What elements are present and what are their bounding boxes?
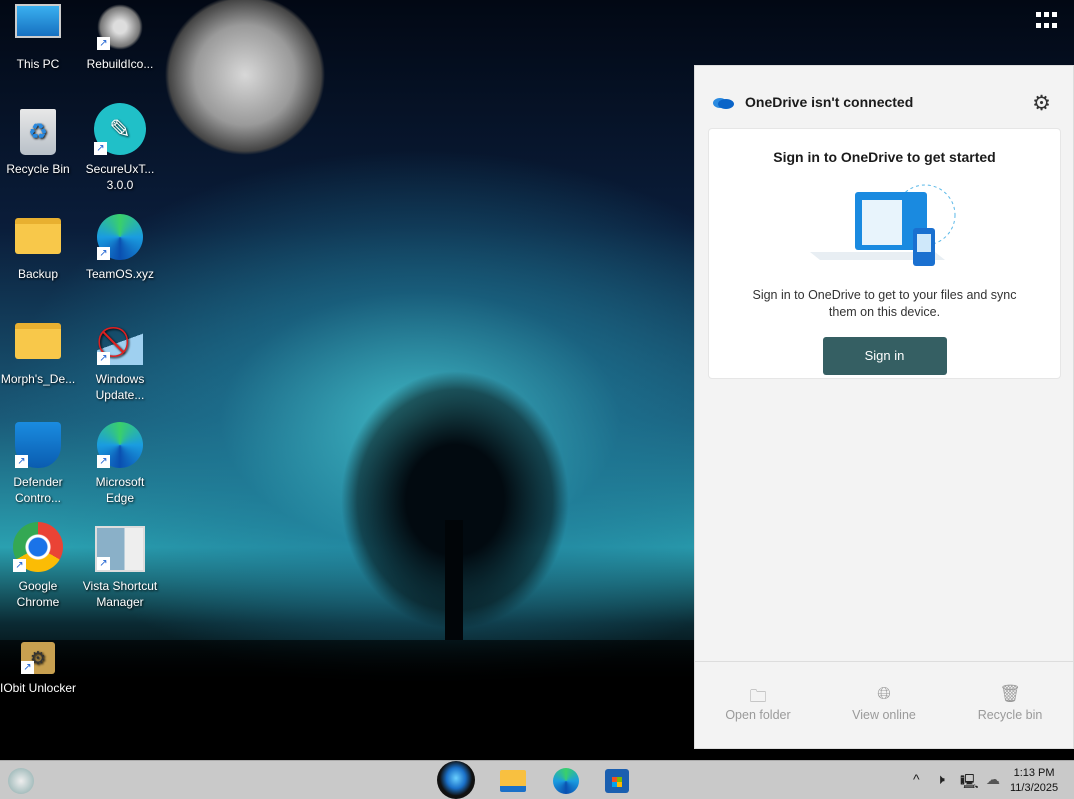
brush-icon: ✎ ↗	[94, 103, 146, 155]
icon-label: Microsoft Edge	[95, 475, 145, 505]
ground	[0, 640, 700, 760]
icon-label: Vista Shortcut Manager	[82, 579, 158, 609]
desktop-icon-teamos[interactable]: ↗ TeamOS.xyz	[80, 210, 160, 282]
desktop-icon-recycle-bin[interactable]: ♻ Recycle Bin	[0, 105, 78, 177]
icon-label: Defender Contro...	[13, 475, 63, 505]
taskbar: ^ 🕨︎ 🖳︎ ☁︎ 1:13 PM 11/3/2025	[0, 760, 1074, 799]
monitor-icon	[15, 4, 61, 38]
onedrive-offline-icon[interactable]: ☁︎	[986, 771, 1000, 788]
view-online-button[interactable]: 🌐︎ View online	[834, 684, 934, 749]
onedrive-cloud-icon	[713, 98, 734, 109]
folder-icon	[15, 323, 61, 359]
recycle-bin-icon: ♻	[20, 109, 56, 155]
edge-taskbar-icon[interactable]	[553, 768, 579, 794]
icon-label: Recycle Bin	[6, 162, 70, 176]
view-online-label: View online	[852, 708, 916, 722]
desktop-icon-backup[interactable]: Backup	[0, 210, 78, 282]
icon-label: RebuildIco...	[86, 57, 154, 71]
edge-icon: ↗	[97, 422, 143, 468]
settings-gear-icon[interactable]: ⚙	[1032, 91, 1051, 116]
signin-heading: Sign in to OneDrive to get started	[773, 149, 996, 165]
icon-label: Google Chrome	[16, 579, 60, 609]
recycle-bin-button[interactable]: 🗑︎ Recycle bin	[960, 684, 1060, 749]
icon-label: IObit Unlocker	[0, 681, 77, 695]
trash-icon: 🗑︎	[999, 684, 1021, 703]
weather-widget-icon[interactable]	[8, 768, 34, 794]
vista-shortcut-icon: ↗	[95, 526, 145, 572]
edge-icon: ↗	[97, 214, 143, 260]
robot-icon: ↗	[97, 4, 143, 50]
icon-label: This PC	[16, 57, 60, 71]
open-folder-button[interactable]: 🗀 Open folder	[708, 684, 808, 749]
recycle-bin-label: Recycle bin	[977, 708, 1043, 722]
sign-in-button[interactable]: Sign in	[822, 337, 947, 375]
chrome-icon: ↗	[13, 522, 63, 572]
show-hidden-icons-chevron-icon[interactable]: ^	[913, 771, 920, 787]
desktop-icon-secureuxtheme[interactable]: ✎ ↗ SecureUxT... 3.0.0	[80, 103, 160, 193]
open-folder-label: Open folder	[725, 708, 791, 722]
signin-card: Sign in to OneDrive to get started Sign …	[708, 128, 1061, 379]
globe-icon: 🌐︎	[877, 684, 891, 703]
onedrive-title: OneDrive isn't connected	[745, 94, 914, 110]
file-explorer-taskbar-icon[interactable]	[500, 770, 526, 792]
desktop-icon-vista-shortcut-manager[interactable]: ↗ Vista Shortcut Manager	[80, 522, 160, 610]
desktop-icon-morphs[interactable]: Morph's_De...	[0, 315, 78, 387]
laptop-phone-illustration	[809, 180, 960, 275]
store-taskbar-icon[interactable]	[605, 769, 629, 793]
desktop-icon-google-chrome[interactable]: ↗ Google Chrome	[0, 522, 78, 610]
icon-label: TeamOS.xyz	[85, 267, 154, 281]
network-icon[interactable]: 🖳︎	[960, 771, 979, 795]
icon-label: Windows Update...	[95, 372, 145, 402]
desktop-icon-this-pc[interactable]: This PC	[0, 0, 78, 72]
desktop-icon-rebuildicon[interactable]: ↗ RebuildIco...	[80, 0, 160, 72]
alienware-start-button[interactable]	[437, 761, 475, 799]
desktop-icon-defender-control[interactable]: ↗ Defender Contro...	[0, 418, 78, 506]
desktop-icon-windows-update[interactable]: ⃠↗ Windows Update...	[80, 315, 160, 403]
tree-trunk	[445, 520, 463, 640]
apps-grid-icon[interactable]	[1036, 12, 1058, 30]
clock-time: 1:13 PM	[1013, 767, 1055, 779]
folder-icon	[15, 218, 61, 254]
volume-muted-icon[interactable]: 🕨︎	[936, 771, 945, 788]
folder-icon: 🗀	[749, 687, 767, 706]
desktop-icon-microsoft-edge[interactable]: ↗ Microsoft Edge	[80, 418, 160, 506]
icon-label: Backup	[17, 267, 59, 281]
icon-label: Morph's_De...	[0, 372, 76, 386]
onedrive-header: OneDrive isn't connected	[711, 94, 913, 110]
windows-update-blocked-icon: ⃠↗	[97, 319, 143, 365]
clock-date: 11/3/2025	[1010, 782, 1059, 794]
desktop-icon-iobit-unlocker[interactable]: ⚙ ↗ IObit Unlocker	[0, 626, 78, 696]
onedrive-flyout: OneDrive isn't connected ⚙ Sign in to On…	[694, 65, 1074, 749]
unlock-icon: ⚙ ↗	[21, 642, 55, 674]
defender-icon: ↗	[15, 422, 61, 468]
onedrive-footer: 🗀 Open folder 🌐︎ View online 🗑︎ Recycle bin	[695, 661, 1073, 749]
icon-label: SecureUxT... 3.0.0	[85, 162, 155, 192]
clock[interactable]: 1:13 PM 11/3/2025	[1010, 766, 1058, 796]
signin-description: Sign in to OneDrive to get to your files…	[752, 288, 1017, 319]
